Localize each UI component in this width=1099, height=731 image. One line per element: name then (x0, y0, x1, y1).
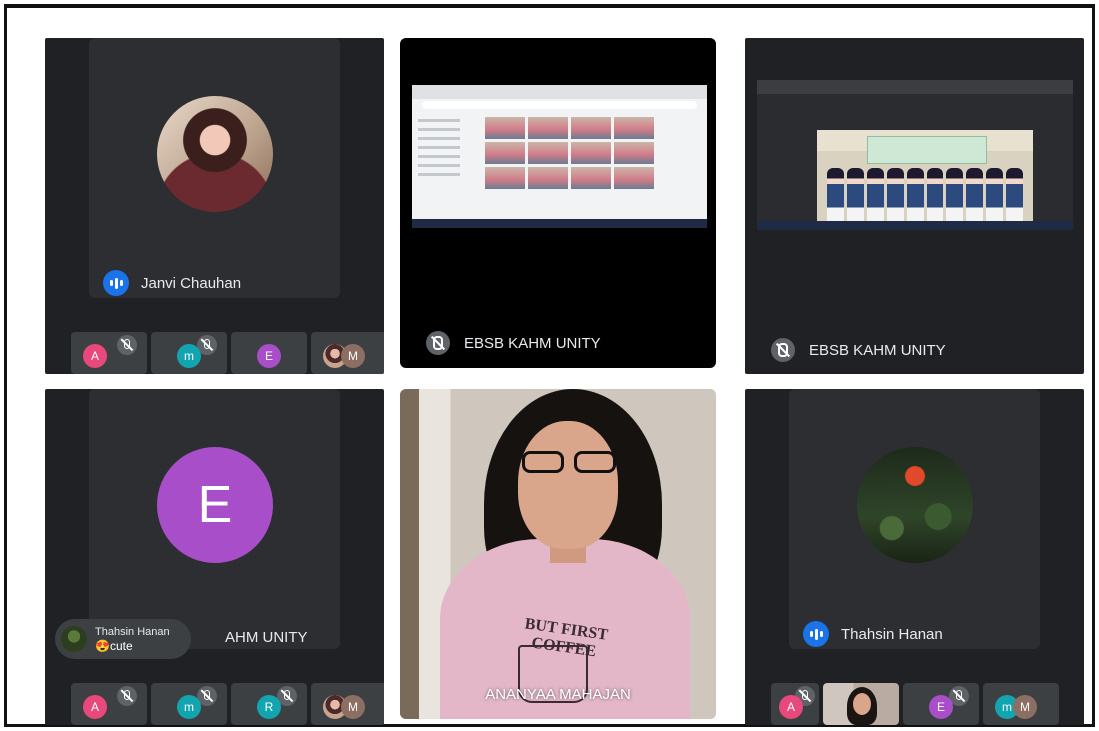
shared-screen (412, 85, 707, 228)
screen-share-tile-2[interactable]: EBSB KAHM UNITY (745, 38, 1084, 374)
browser-tabbar (757, 80, 1073, 94)
meeting-grid: Janvi Chauhan A m E M EBSB KAHM UNITY EB… (45, 38, 1089, 728)
participant-name: EBSB KAHM UNITY (464, 334, 601, 352)
chat-message: 😍cute (95, 639, 133, 653)
screenshot-frame: Janvi Chauhan A m E M EBSB KAHM UNITY EB… (4, 4, 1095, 727)
speaking-indicator-icon (803, 621, 829, 647)
mini-tile[interactable]: M (311, 683, 384, 725)
participant-video: BUT FIRST COFFEE (400, 389, 716, 719)
mic-off-icon (117, 686, 137, 706)
participant-name: EBSB KAHM UNITY (809, 341, 946, 359)
participant-strip: A m E M (71, 332, 384, 374)
windows-taskbar (757, 221, 1073, 230)
mini-tile[interactable]: R (231, 683, 307, 725)
participant-name: Janvi Chauhan (141, 274, 242, 292)
windows-taskbar (412, 219, 707, 228)
participant-tile-ananyaa[interactable]: BUT FIRST COFFEE ANANYAA MAHAJAN (400, 389, 716, 719)
participant-video-thumb (823, 683, 899, 725)
speaking-indicator-icon (103, 270, 129, 296)
chat-avatar (61, 626, 87, 652)
mini-tile[interactable]: A (71, 332, 147, 374)
participant-tile-e[interactable]: E AHM UNITY Thahsin Hanan 😍cute A m R M (45, 389, 384, 725)
browser-address-bar (422, 101, 697, 109)
screen-share-tile-1[interactable]: EBSB KAHM UNITY (400, 38, 716, 368)
shared-screen (757, 80, 1073, 230)
avatar: A (779, 695, 803, 719)
avatar: M (341, 695, 365, 719)
participant-name: ANANYAA MAHAJAN (485, 686, 631, 703)
photo-thumbnails (485, 117, 654, 189)
profile-photo (157, 96, 273, 212)
chat-sender: Thahsin Hanan (95, 626, 170, 638)
avatar: M (1013, 695, 1037, 719)
profile-photo (857, 447, 973, 563)
mini-tile[interactable]: A (771, 683, 819, 725)
participant-strip: A E m M (771, 683, 1059, 725)
avatar: m (177, 344, 201, 368)
gmail-sidebar (418, 119, 470, 182)
avatar: A (83, 695, 107, 719)
video-face (518, 421, 618, 549)
browser-window (757, 80, 1073, 230)
participant-name-row: EBSB KAHM UNITY (771, 338, 946, 362)
avatar: M (341, 344, 365, 368)
mini-tile-video[interactable] (823, 683, 899, 725)
participant-tile-janvi[interactable]: Janvi Chauhan A m E M (45, 38, 384, 374)
avatar: R (257, 695, 281, 719)
mini-tile[interactable]: M (311, 332, 384, 374)
mic-off-icon (426, 331, 450, 355)
mini-tile[interactable]: m M (983, 683, 1059, 725)
browser-tabbar (412, 85, 707, 99)
mini-tile[interactable]: A (71, 683, 147, 725)
avatar: E (929, 695, 953, 719)
group-photo (817, 130, 1033, 230)
avatar: A (83, 344, 107, 368)
mini-tile[interactable]: E (231, 332, 307, 374)
mic-off-icon (771, 338, 795, 362)
mini-tile[interactable]: m (151, 332, 227, 374)
mini-tile[interactable]: m (151, 683, 227, 725)
participant-name-row: EBSB KAHM UNITY (426, 331, 601, 355)
participant-name-row: Janvi Chauhan (103, 270, 241, 296)
participant-name: Thahsin Hanan (841, 625, 943, 643)
participant-tile-thahsin[interactable]: Thahsin Hanan A E m M (745, 389, 1084, 725)
avatar: E (157, 447, 273, 563)
chat-bubble[interactable]: Thahsin Hanan 😍cute (55, 619, 191, 659)
mic-off-icon (117, 335, 137, 355)
group-people (827, 162, 1024, 230)
mini-tile[interactable]: E (903, 683, 979, 725)
participant-name: AHM UNITY (225, 629, 308, 646)
event-banner (867, 136, 987, 164)
participant-strip: A m R M (71, 683, 384, 725)
avatar: E (257, 344, 281, 368)
video-glasses (522, 451, 616, 473)
avatar: m (177, 695, 201, 719)
participant-name-row: Thahsin Hanan (803, 621, 943, 647)
chat-text: Thahsin Hanan 😍cute (95, 625, 170, 653)
